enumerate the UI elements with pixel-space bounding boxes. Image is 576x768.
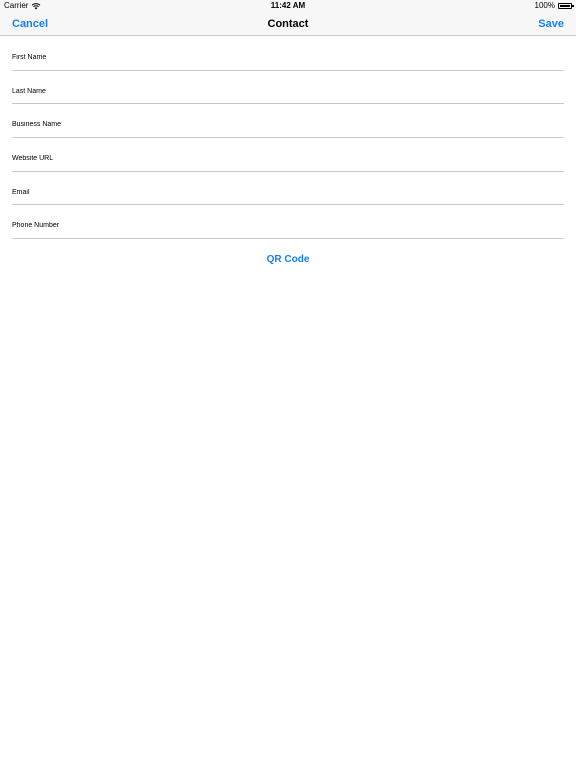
last-name-row [12,71,564,105]
last-name-field[interactable] [12,86,564,97]
phone-number-row [12,205,564,240]
website-url-field[interactable] [12,154,564,165]
status-time: 11:42 AM [270,1,306,10]
first-name-field[interactable] [12,53,564,63]
first-name-row [12,37,564,71]
email-row [12,172,564,206]
phone-number-field[interactable] [12,221,564,232]
contact-form [12,37,564,240]
website-url-row [12,138,564,172]
business-name-row [12,104,564,139]
email-field[interactable] [12,187,564,198]
status-bar: Carrier 11:42 AM 100% [0,0,576,12]
qr-code-button[interactable]: QR Code [248,254,328,266]
battery-percent: 100% [534,1,555,10]
navigation-bar: Cancel Contact Save [0,12,576,36]
page-title: Contact [267,18,309,30]
battery-icon [558,3,574,9]
business-name-field[interactable] [12,120,564,131]
status-right: 100% [534,1,574,11]
save-button[interactable]: Save [538,17,564,31]
